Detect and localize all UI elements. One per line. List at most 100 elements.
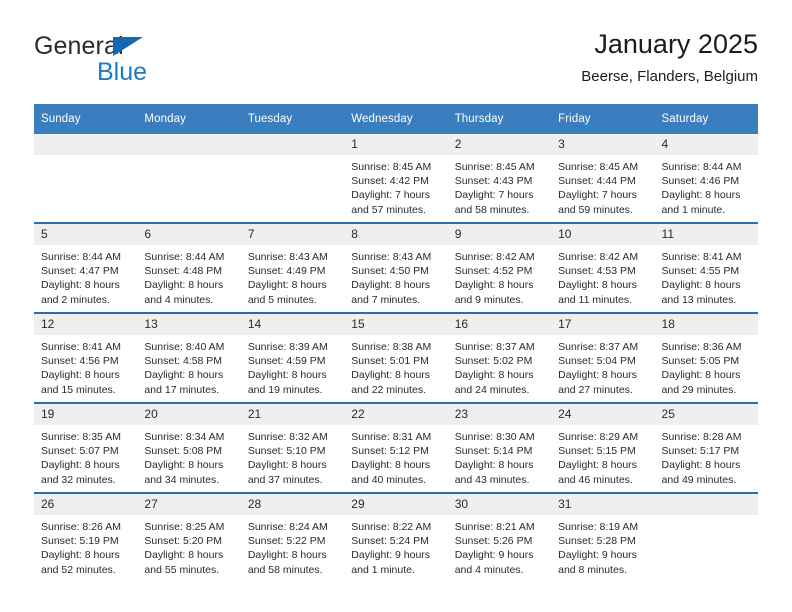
day-details: Sunrise: 8:19 AM Sunset: 5:28 PM Daylight:… [551,515,654,577]
calendar-day-cell[interactable]: 8 Sunrise: 8:43 AM Sunset: 4:50 PM Daylight… [344,222,448,313]
calendar-day-cell[interactable]: 14 Sunrise: 8:39 AM Sunset: 4:59 PM Dayligh… [240,312,345,403]
sunrise-text: Sunrise: 8:38 AM [351,341,432,353]
calendar-day-cell[interactable]: 29 Sunrise: 8:22 AM Sunset: 5:24 PM Dayligh… [344,492,448,582]
calendar-day-cell[interactable]: 1 Sunrise: 8:45 AM Sunset: 4:42 PM Daylight… [344,134,448,223]
calendar-day-cell[interactable]: 16 Sunrise: 8:37 AM Sunset: 5:02 PM Dayligh… [447,312,552,403]
calendar-day-cell[interactable]: 31 Sunrise: 8:19 AM Sunset: 5:28 PM Dayligh… [551,492,655,582]
daylight-text-line1: Daylight: 8 hours [144,369,224,382]
daylight-text-line2: and 24 minutes. [454,383,530,396]
day-details: Sunrise: 8:38 AM Sunset: 5:01 PM Daylight:… [344,335,447,397]
calendar-day-cell[interactable]: 24 Sunrise: 8:29 AM Sunset: 5:15 PM Dayligh… [551,402,655,493]
calendar-day-cell[interactable]: 17 Sunrise: 8:37 AM Sunset: 5:04 PM Dayligh… [551,312,655,403]
calendar-table: Sunday Monday Tuesday Wednesday Thursday… [34,104,758,582]
sunset-text: Sunset: 4:49 PM [247,265,326,278]
day-number [137,134,241,155]
calendar-day-cell[interactable]: 9 Sunrise: 8:42 AM Sunset: 4:52 PM Daylight… [447,222,552,313]
sunrise-text: Sunrise: 8:42 AM [558,251,639,263]
sunrise-text: Sunrise: 8:31 AM [351,431,432,443]
day-details: Sunrise: 8:42 AM Sunset: 4:53 PM Daylight:… [551,245,654,307]
daylight-text-line1: Daylight: 8 hours [351,369,431,382]
daylight-text-line2: and 13 minutes. [661,293,737,306]
calendar-day-cell[interactable]: 4 Sunrise: 8:44 AM Sunset: 4:46 PM Daylight… [654,134,758,223]
calendar-day-cell[interactable]: 28 Sunrise: 8:24 AM Sunset: 5:22 PM Dayligh… [240,492,345,582]
day-number: 14 [240,314,345,335]
day-details: Sunrise: 8:34 AM Sunset: 5:08 PM Daylight:… [137,425,240,487]
day-number: 11 [654,224,758,245]
calendar-day-cell[interactable]: 5 Sunrise: 8:44 AM Sunset: 4:47 PM Daylight… [34,222,138,313]
sunset-text: Sunset: 4:44 PM [558,175,636,188]
day-details: Sunrise: 8:37 AM Sunset: 5:02 PM Daylight:… [448,335,551,397]
day-number: 5 [34,224,138,245]
day-number [240,134,345,155]
daylight-text-line1: Daylight: 8 hours [661,279,741,292]
daylight-text-line2: and 2 minutes. [41,293,110,306]
calendar-day-cell[interactable]: 27 Sunrise: 8:25 AM Sunset: 5:20 PM Dayligh… [137,492,241,582]
calendar-day-cell[interactable]: 3 Sunrise: 8:45 AM Sunset: 4:44 PM Daylight… [551,134,655,223]
calendar-day-cell[interactable]: 15 Sunrise: 8:38 AM Sunset: 5:01 PM Dayligh… [344,312,448,403]
sunset-text: Sunset: 4:46 PM [661,175,740,188]
sunset-text: Sunset: 5:20 PM [144,535,223,548]
day-details: Sunrise: 8:29 AM Sunset: 5:15 PM Daylight:… [551,425,654,487]
sunset-text: Sunset: 5:26 PM [454,535,533,548]
calendar-day-cell[interactable]: 11 Sunrise: 8:41 AM Sunset: 4:55 PM Dayligh… [654,222,758,313]
calendar-day-cell[interactable]: 2 Sunrise: 8:45 AM Sunset: 4:43 PM Daylight… [447,134,552,223]
sunrise-text: Sunrise: 8:37 AM [454,341,535,353]
sunset-text: Sunset: 4:55 PM [661,265,740,278]
calendar-day-cell-empty [654,492,758,582]
calendar-day-cell[interactable]: 21 Sunrise: 8:32 AM Sunset: 5:10 PM Dayligh… [240,402,345,493]
calendar-day-cell-empty [34,134,138,223]
daylight-text-line1: Daylight: 8 hours [558,279,637,292]
calendar-day-cell[interactable]: 7 Sunrise: 8:43 AM Sunset: 4:49 PM Daylight… [240,222,345,313]
calendar-day-cell[interactable]: 12 Sunrise: 8:41 AM Sunset: 4:56 PM Dayligh… [34,312,138,403]
daylight-text-line2: and 19 minutes. [247,383,323,396]
calendar-day-cell[interactable]: 19 Sunrise: 8:35 AM Sunset: 5:07 PM Dayligh… [34,402,138,493]
daylight-text-line2: and 1 minute. [661,203,726,216]
sunrise-text: Sunrise: 8:45 AM [454,161,535,173]
calendar-header-row: Sunday Monday Tuesday Wednesday Thursday… [34,104,758,134]
calendar-day-cell[interactable]: 23 Sunrise: 8:30 AM Sunset: 5:14 PM Dayligh… [447,402,552,493]
day-number: 16 [447,314,552,335]
day-details: Sunrise: 8:26 AM Sunset: 5:19 PM Daylight:… [34,515,137,577]
day-number: 26 [34,494,138,515]
daylight-text-line1: Daylight: 8 hours [247,459,327,472]
sunrise-text: Sunrise: 8:22 AM [351,521,432,533]
sunrise-text: Sunrise: 8:39 AM [247,341,328,353]
daylight-text-line1: Daylight: 8 hours [558,369,637,382]
daylight-text-line2: and 29 minutes. [661,383,737,396]
daylight-text-line1: Daylight: 8 hours [144,549,224,562]
calendar-day-cell[interactable]: 13 Sunrise: 8:40 AM Sunset: 4:58 PM Dayligh… [137,312,241,403]
calendar-day-cell[interactable]: 10 Sunrise: 8:42 AM Sunset: 4:53 PM Dayligh… [551,222,655,313]
sunset-text: Sunset: 5:05 PM [661,355,740,368]
daylight-text-line2: and 59 minutes. [558,203,633,216]
day-details: Sunrise: 8:44 AM Sunset: 4:47 PM Daylight:… [34,245,137,307]
daylight-text-line2: and 34 minutes. [144,473,220,486]
calendar-day-cell[interactable]: 20 Sunrise: 8:34 AM Sunset: 5:08 PM Dayligh… [137,402,241,493]
logo-text-blue: Blue [97,58,148,86]
daylight-text-line2: and 1 minute. [351,563,415,576]
calendar-day-cell[interactable]: 6 Sunrise: 8:44 AM Sunset: 4:48 PM Daylight… [137,222,241,313]
daylight-text-line2: and 46 minutes. [558,473,633,486]
sunset-text: Sunset: 4:48 PM [144,265,223,278]
day-details: Sunrise: 8:24 AM Sunset: 5:22 PM Daylight:… [241,515,344,577]
day-number: 23 [447,404,552,425]
sunset-text: Sunset: 5:15 PM [558,445,636,458]
general-blue-logo[interactable]: General Blue [34,32,254,90]
daylight-text-line2: and 37 minutes. [247,473,323,486]
calendar-day-cell[interactable]: 26 Sunrise: 8:26 AM Sunset: 5:19 PM Dayligh… [34,492,138,582]
daylight-text-line2: and 5 minutes. [247,293,317,306]
calendar-day-cell[interactable]: 18 Sunrise: 8:36 AM Sunset: 5:05 PM Dayligh… [654,312,758,403]
calendar-day-cell[interactable]: 22 Sunrise: 8:31 AM Sunset: 5:12 PM Dayligh… [344,402,448,493]
daylight-text-line2: and 4 minutes. [454,563,524,576]
calendar-day-cell[interactable]: 30 Sunrise: 8:21 AM Sunset: 5:26 PM Dayligh… [447,492,552,582]
day-details: Sunrise: 8:43 AM Sunset: 4:50 PM Daylight:… [344,245,447,307]
day-details: Sunrise: 8:22 AM Sunset: 5:24 PM Daylight:… [344,515,447,577]
sunset-text: Sunset: 5:08 PM [144,445,223,458]
sunrise-text: Sunrise: 8:44 AM [661,161,742,173]
calendar-week-row: 12 Sunrise: 8:41 AM Sunset: 4:56 PM Dayligh… [34,312,758,403]
day-number: 7 [240,224,345,245]
sunset-text: Sunset: 5:19 PM [41,535,119,548]
calendar-day-cell[interactable]: 25 Sunrise: 8:28 AM Sunset: 5:17 PM Dayligh… [654,402,758,493]
day-number: 9 [447,224,552,245]
daylight-text-line1: Daylight: 7 hours [351,189,431,202]
day-details: Sunrise: 8:45 AM Sunset: 4:43 PM Daylight:… [448,155,551,217]
